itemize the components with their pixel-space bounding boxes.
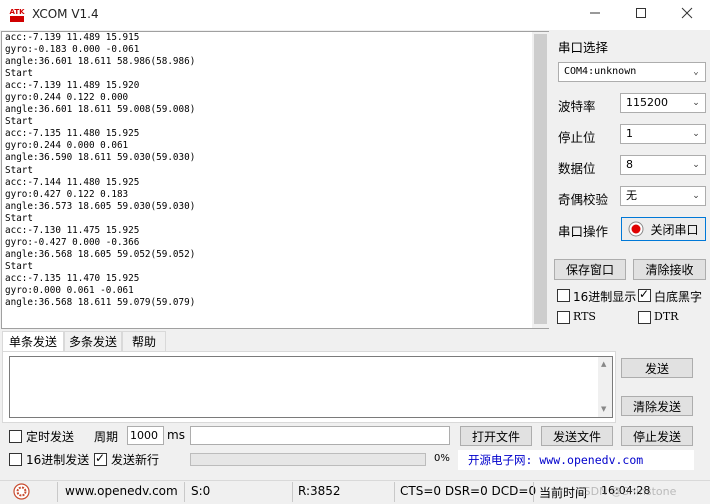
minimize-icon bbox=[589, 7, 601, 23]
tab-multi-send[interactable]: 多条发送 bbox=[64, 331, 122, 352]
window-title: XCOM V1.4 bbox=[32, 7, 99, 21]
status-divider bbox=[184, 482, 185, 502]
watermark: CSDN @Shinstone bbox=[576, 485, 677, 498]
app-logo-icon: ATK bbox=[8, 6, 26, 24]
chevron-down-icon: ⌄ bbox=[692, 129, 700, 139]
close-port-button[interactable]: 关闭串口 bbox=[621, 217, 706, 241]
open-file-button[interactable]: 打开文件 bbox=[460, 426, 532, 446]
gear-icon[interactable] bbox=[13, 483, 30, 503]
receive-text: acc:-7.139 11.489 15.915 gyro:-0.183 0.0… bbox=[5, 32, 196, 309]
hex-display-label: 16进制显示 bbox=[573, 290, 637, 304]
status-lines: CTS=0 DSR=0 DCD=0 bbox=[400, 484, 537, 498]
chevron-down-icon: ⌄ bbox=[692, 98, 700, 108]
maximize-button[interactable] bbox=[618, 0, 664, 30]
scroll-down-icon[interactable]: ▼ bbox=[601, 405, 606, 413]
parity-select-value: 无 bbox=[626, 189, 637, 202]
status-divider bbox=[292, 482, 293, 502]
timed-send-checkbox[interactable] bbox=[9, 430, 22, 443]
hex-display-checkbox[interactable] bbox=[557, 289, 570, 302]
dtr-checkbox[interactable] bbox=[638, 311, 651, 324]
databits-select[interactable]: 8 ⌄ bbox=[620, 155, 706, 175]
close-button[interactable] bbox=[664, 0, 710, 30]
minimize-button[interactable] bbox=[572, 0, 618, 30]
status-divider bbox=[394, 482, 395, 502]
period-unit: ms bbox=[167, 428, 185, 442]
clear-receive-button[interactable]: 清除接收 bbox=[633, 259, 706, 280]
send-input[interactable] bbox=[9, 356, 613, 418]
port-op-label: 串口操作 bbox=[558, 224, 609, 239]
status-sent: S:0 bbox=[191, 484, 211, 498]
stopbits-select[interactable]: 1 ⌄ bbox=[620, 124, 706, 144]
file-path-input[interactable] bbox=[190, 426, 450, 445]
scroll-up-icon[interactable]: ▲ bbox=[601, 360, 606, 368]
port-select-label: 串口选择 bbox=[558, 40, 609, 55]
send-newline-checkbox[interactable] bbox=[94, 451, 107, 466]
promo-link[interactable]: 开源电子网: www.openedv.com bbox=[458, 450, 694, 470]
close-icon bbox=[681, 7, 693, 23]
port-select[interactable]: COM4:unknown ⌄ bbox=[558, 62, 706, 82]
status-url[interactable]: www.openedv.com bbox=[65, 484, 178, 500]
dtr-label: DTR bbox=[654, 310, 679, 323]
chevron-down-icon: ⌄ bbox=[693, 67, 699, 77]
tab-single-send[interactable]: 单条发送 bbox=[2, 331, 64, 352]
close-port-label: 关闭串口 bbox=[650, 222, 699, 237]
baud-select[interactable]: 115200 ⌄ bbox=[620, 93, 706, 113]
status-received: R:3852 bbox=[298, 484, 341, 498]
chevron-down-icon: ⌄ bbox=[692, 160, 700, 170]
progress-percent: 0% bbox=[434, 453, 450, 464]
send-button[interactable]: 发送 bbox=[621, 358, 693, 378]
rts-label: RTS bbox=[573, 310, 596, 323]
receive-scrollbar[interactable] bbox=[532, 32, 549, 328]
receive-area[interactable]: acc:-7.139 11.489 15.915 gyro:-0.183 0.0… bbox=[1, 31, 549, 329]
svg-text:ATK: ATK bbox=[9, 8, 25, 16]
maximize-icon bbox=[635, 7, 647, 23]
period-label: 周期 bbox=[94, 430, 119, 444]
hex-send-label: 16进制发送 bbox=[26, 453, 90, 467]
timed-send-label: 定时发送 bbox=[26, 430, 75, 444]
period-input[interactable]: 1000 bbox=[127, 426, 164, 445]
databits-select-value: 8 bbox=[626, 158, 633, 171]
hex-send-checkbox[interactable] bbox=[9, 453, 22, 466]
parity-label: 奇偶校验 bbox=[558, 192, 609, 207]
tab-help[interactable]: 帮助 bbox=[122, 331, 166, 352]
clear-send-button[interactable]: 清除发送 bbox=[621, 396, 693, 416]
send-newline-label: 发送新行 bbox=[111, 453, 160, 467]
rts-checkbox[interactable] bbox=[557, 311, 570, 324]
white-black-checkbox[interactable] bbox=[638, 287, 651, 302]
record-icon bbox=[628, 221, 644, 237]
stop-send-button[interactable]: 停止发送 bbox=[621, 426, 693, 446]
send-file-button[interactable]: 发送文件 bbox=[541, 426, 613, 446]
databits-label: 数据位 bbox=[558, 161, 596, 176]
send-scrollbar[interactable]: ▲ ▼ bbox=[598, 357, 612, 417]
stopbits-label: 停止位 bbox=[558, 130, 596, 145]
save-window-button[interactable]: 保存窗口 bbox=[554, 259, 626, 280]
stopbits-select-value: 1 bbox=[626, 127, 633, 140]
port-select-value: COM4:unknown bbox=[564, 66, 637, 77]
status-divider bbox=[57, 482, 58, 502]
baud-label: 波特率 bbox=[558, 99, 596, 114]
white-black-label: 白底黑字 bbox=[654, 290, 703, 304]
send-progress-bar bbox=[190, 453, 426, 466]
baud-select-value: 115200 bbox=[626, 96, 668, 109]
parity-select[interactable]: 无 ⌄ bbox=[620, 186, 706, 206]
receive-scroll-thumb[interactable] bbox=[534, 34, 547, 324]
chevron-down-icon: ⌄ bbox=[692, 191, 700, 201]
status-divider bbox=[533, 482, 534, 502]
